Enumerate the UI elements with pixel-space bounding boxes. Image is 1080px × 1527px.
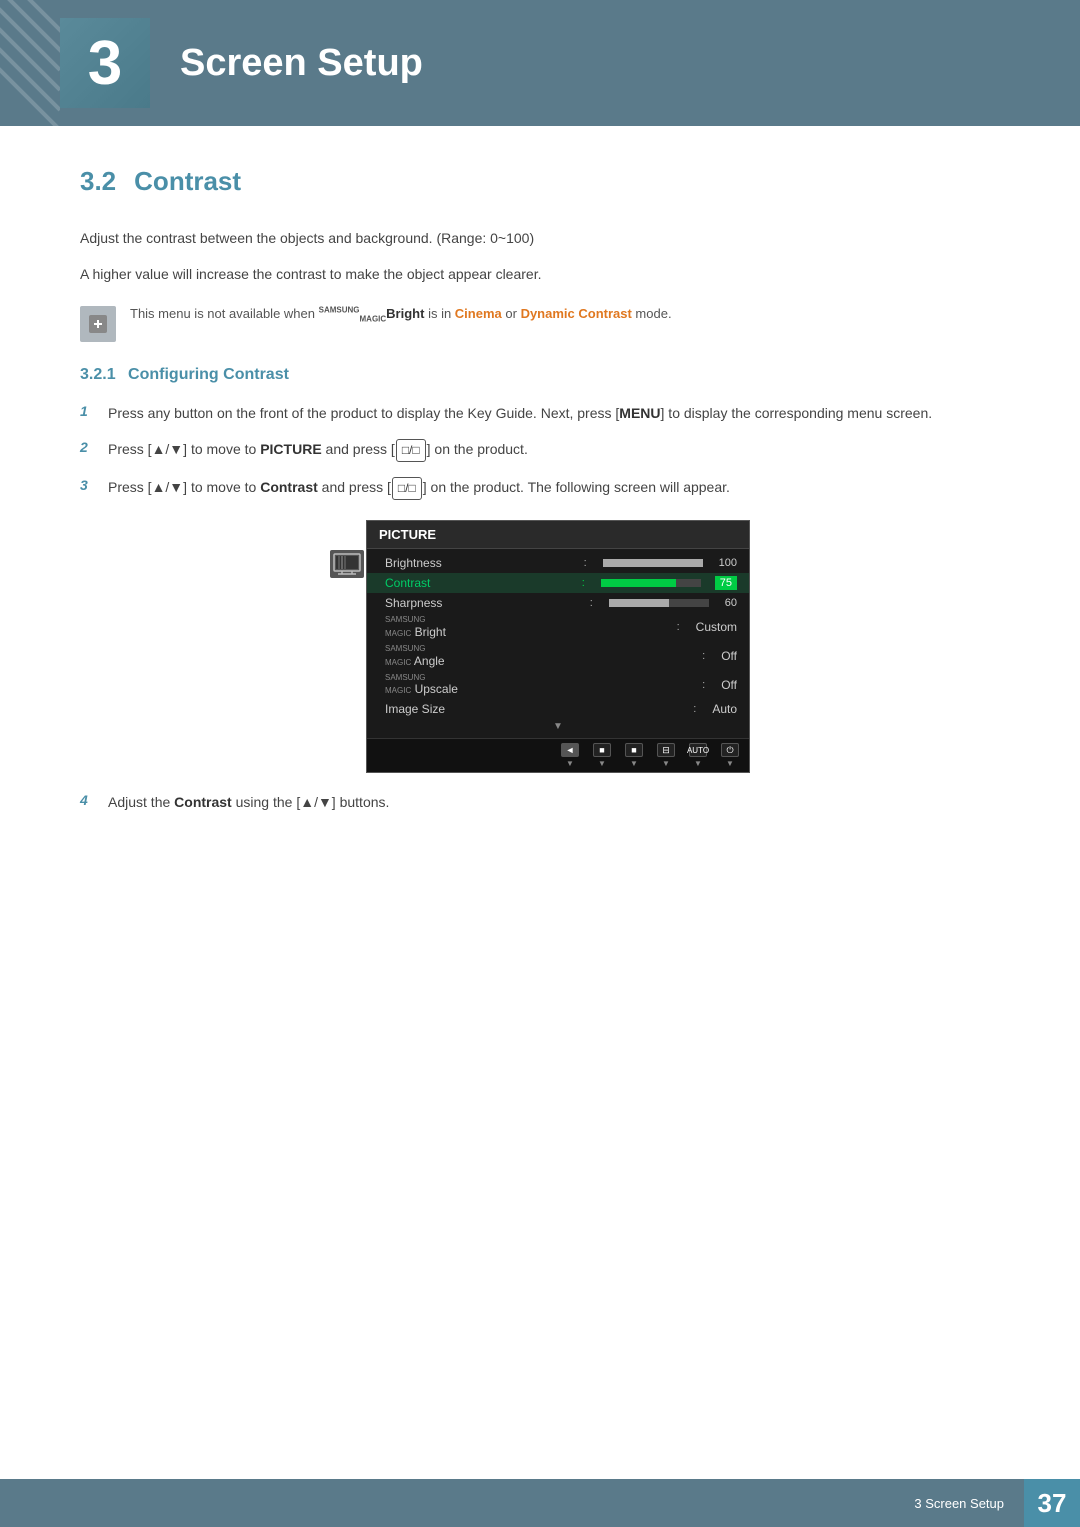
image-size-label: Image Size: [385, 702, 677, 716]
menu-row-magic-angle: SAMSUNG MAGIC Angle : Off: [367, 642, 749, 671]
step-2: 2 Press [▲/▼] to move to PICTURE and pre…: [80, 438, 1000, 462]
magic-bright-label: SAMSUNG MAGIC Bright: [385, 616, 661, 639]
picture-menu-container: PICTURE Brightness : 100: [330, 520, 750, 773]
step-1-number: 1: [80, 403, 98, 419]
brightness-fill: [603, 559, 703, 567]
main-content: 3.2 Contrast Adjust the contrast between…: [0, 166, 1080, 814]
brightness-value: 100: [719, 557, 737, 569]
sharpness-bar: [609, 599, 709, 607]
toolbar-btn-plus: ■ ▼: [625, 743, 643, 768]
step-4-text: Adjust the Contrast using the [▲/▼] butt…: [108, 791, 389, 813]
footer-text: 3 Screen Setup: [914, 1496, 1024, 1511]
steps-list-4: 4 Adjust the Contrast using the [▲/▼] bu…: [80, 791, 1000, 813]
section-number: 3.2: [80, 166, 116, 197]
picture-menu-header: PICTURE: [367, 521, 749, 549]
monitor-sidebar-icon: [330, 550, 364, 578]
brightness-bar: [603, 559, 703, 567]
sharpness-label: Sharpness: [385, 596, 574, 610]
image-size-value: Auto: [712, 702, 737, 716]
section-title: Contrast: [134, 166, 241, 197]
magic-upscale-label: SAMSUNG MAGIC Upscale: [385, 674, 686, 697]
step-1: 1 Press any button on the front of the p…: [80, 402, 1000, 424]
contrast-bar: [601, 579, 701, 587]
contrast-value-badge: 75: [715, 576, 737, 590]
step-2-text: Press [▲/▼] to move to PICTURE and press…: [108, 438, 528, 462]
subsection-heading: 3.2.1 Configuring Contrast: [80, 366, 1000, 384]
menu-row-magic-upscale: SAMSUNG MAGIC Upscale : Off: [367, 671, 749, 700]
magic-angle-value: Off: [721, 649, 737, 663]
subsection-title: Configuring Contrast: [128, 366, 289, 383]
sharpness-value: 60: [725, 597, 737, 609]
sharpness-fill: [609, 599, 669, 607]
step-2-number: 2: [80, 439, 98, 455]
toolbar-btn-auto: AUTO ▼: [689, 743, 707, 768]
contrast-label: Contrast: [385, 576, 566, 590]
menu-row-contrast: Contrast : 75: [367, 573, 749, 593]
brightness-label: Brightness: [385, 556, 568, 570]
footer-page-num-box: 37: [1024, 1479, 1080, 1527]
step-4-number: 4: [80, 792, 98, 808]
footer-page-num: 37: [1038, 1488, 1067, 1519]
magic-upscale-value: Off: [721, 678, 737, 692]
menu-row-sharpness: Sharpness : 60: [367, 593, 749, 613]
chapter-number: 3: [88, 28, 122, 99]
step-3-number: 3: [80, 477, 98, 493]
menu-toolbar: ◄ ▼ ■ ▼ ■ ▼ ⊟ ▼: [367, 738, 749, 772]
steps-list: 1 Press any button on the front of the p…: [80, 402, 1000, 500]
note-text: This menu is not available when SAMSUNGM…: [130, 304, 672, 326]
toolbar-btn-left: ◄ ▼: [561, 743, 579, 768]
contrast-fill: [601, 579, 676, 587]
picture-menu: PICTURE Brightness : 100: [366, 520, 750, 773]
magic-bright-value: Custom: [696, 620, 737, 634]
subsection-number: 3.2.1: [80, 366, 116, 383]
section-heading: 3.2 Contrast: [80, 166, 1000, 197]
chapter-header: 3 Screen Setup: [0, 0, 1080, 126]
note-icon: [80, 306, 116, 342]
toolbar-btn-minus: ■ ▼: [593, 743, 611, 768]
chapter-number-box: 3: [60, 18, 150, 108]
body-para-1: Adjust the contrast between the objects …: [80, 227, 1000, 249]
scroll-indicator: ▼: [367, 719, 749, 734]
menu-row-magic-bright: SAMSUNG MAGIC Bright : Custom: [367, 613, 749, 642]
magic-angle-label: SAMSUNG MAGIC Angle: [385, 645, 686, 668]
menu-row-brightness: Brightness : 100: [367, 553, 749, 573]
picture-menu-items: Brightness : 100 Contrast :: [367, 549, 749, 738]
toolbar-btn-menu: ⊟ ▼: [657, 743, 675, 768]
step-1-text: Press any button on the front of the pro…: [108, 402, 932, 424]
chapter-title: Screen Setup: [180, 42, 423, 85]
page-footer: 3 Screen Setup 37: [0, 1479, 1080, 1527]
step-4: 4 Adjust the Contrast using the [▲/▼] bu…: [80, 791, 1000, 813]
menu-row-image-size: Image Size : Auto: [367, 699, 749, 719]
step-3: 3 Press [▲/▼] to move to Contrast and pr…: [80, 476, 1000, 500]
step-3-text: Press [▲/▼] to move to Contrast and pres…: [108, 476, 730, 500]
body-para-2: A higher value will increase the contras…: [80, 263, 1000, 285]
note-box: This menu is not available when SAMSUNGM…: [80, 304, 1000, 342]
toolbar-btn-power: ⏻ ▼: [721, 743, 739, 768]
